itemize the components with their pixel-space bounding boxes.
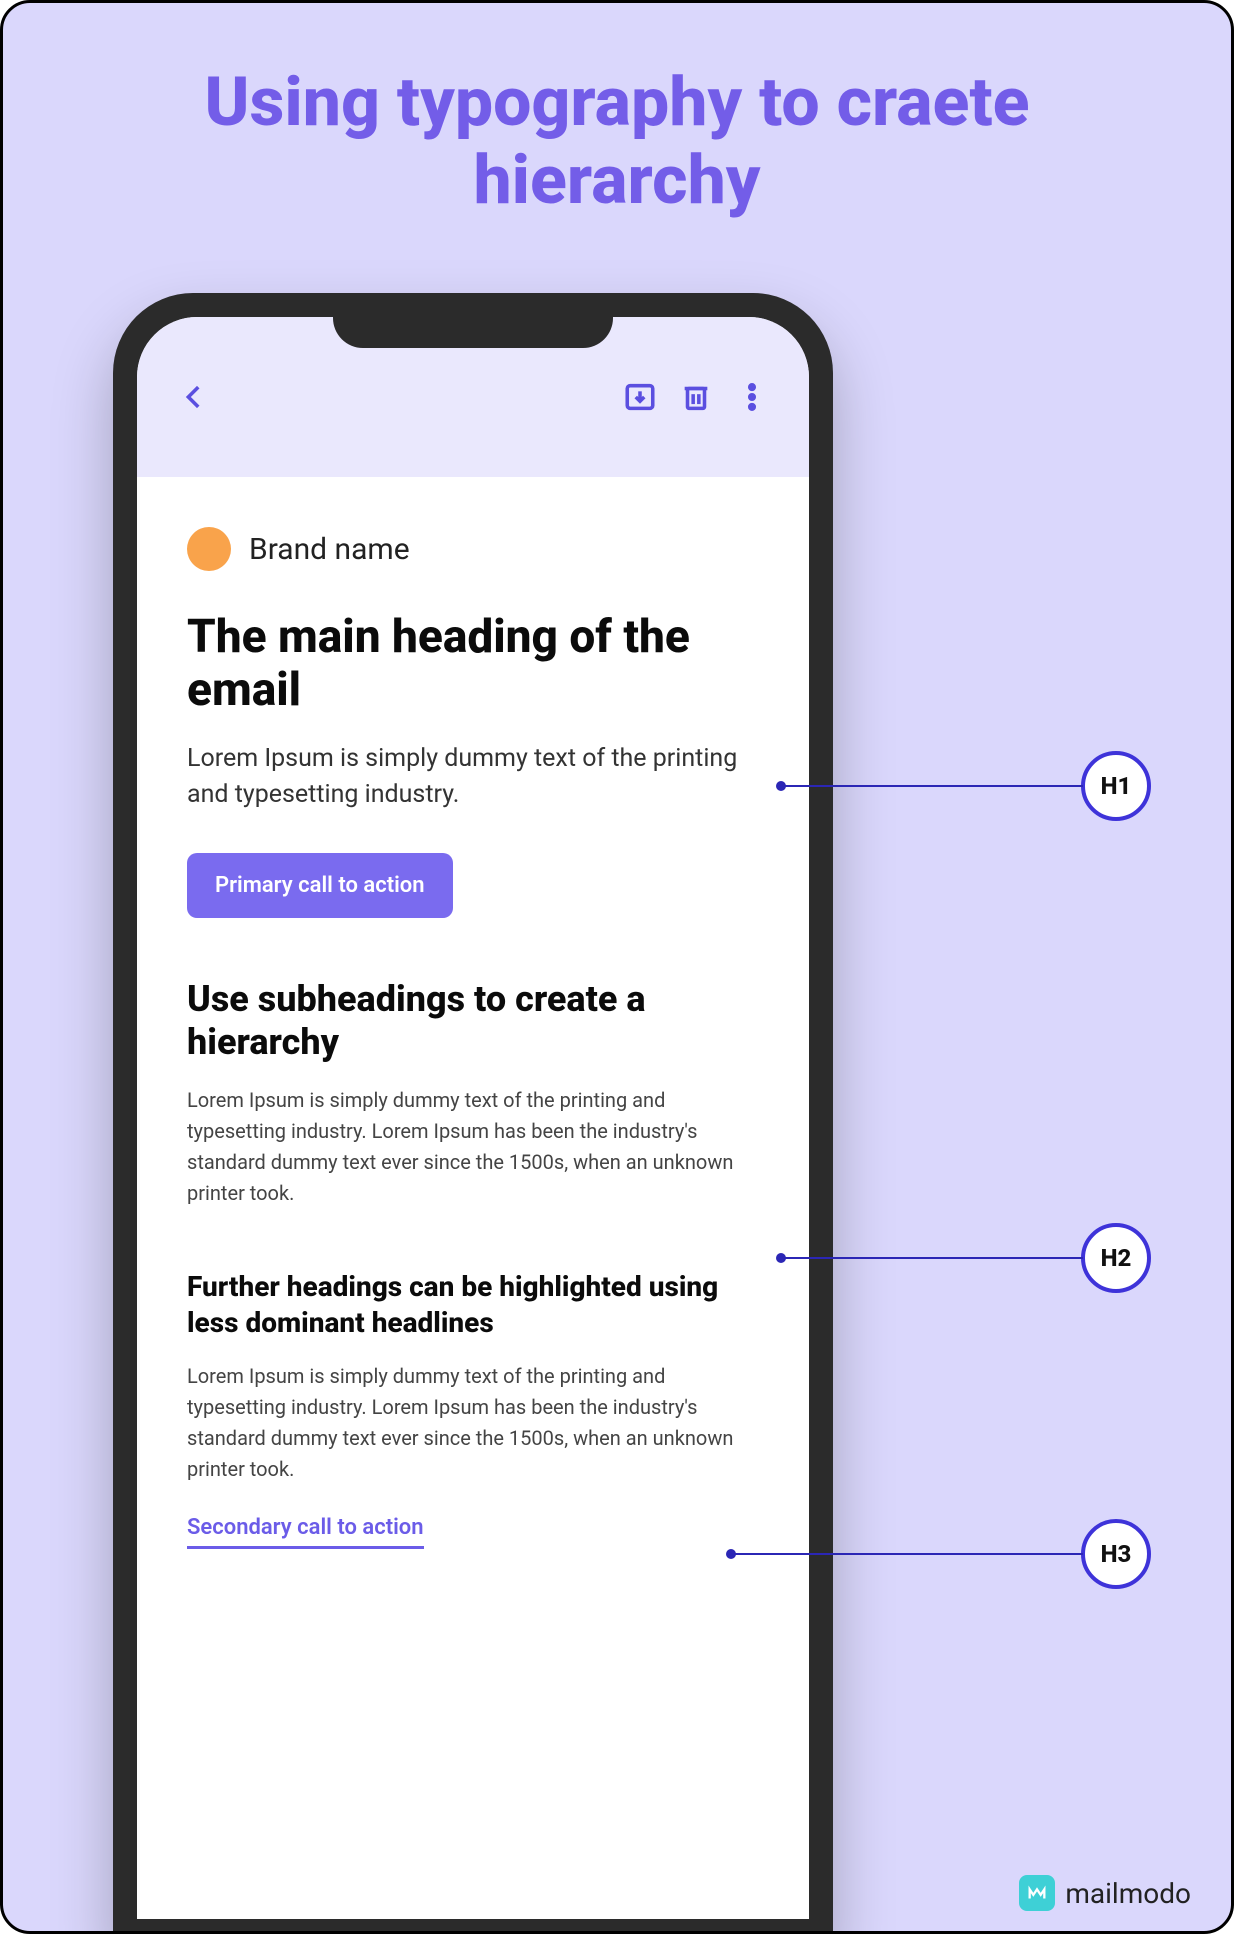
callout-h3: H3 [733, 1519, 1151, 1589]
callout-line [783, 785, 1083, 787]
email-p3: Lorem Ipsum is simply dummy text of the … [187, 1361, 759, 1485]
back-icon[interactable] [177, 380, 211, 414]
brand-row: Brand name [187, 527, 759, 571]
more-icon[interactable] [735, 380, 769, 414]
archive-icon[interactable] [623, 380, 657, 414]
mailmodo-logo-icon [1019, 1875, 1055, 1911]
phone-screen: Brand name The main heading of the email… [137, 317, 809, 1919]
footer-brand: mailmodo [1019, 1875, 1191, 1911]
callout-h2: H2 [783, 1223, 1151, 1293]
footer-brand-text: mailmodo [1065, 1877, 1191, 1910]
phone-notch [333, 293, 613, 348]
callout-line [783, 1257, 1083, 1259]
infographic-frame: Using typography to craete hierarchy [0, 0, 1234, 1934]
brand-name: Brand name [249, 532, 410, 567]
primary-cta-button[interactable]: Primary call to action [187, 853, 453, 918]
phone-body: Brand name The main heading of the email… [113, 293, 833, 1934]
secondary-cta-link[interactable]: Secondary call to action [187, 1515, 424, 1549]
email-h2: Use subheadings to create a hierarchy [187, 978, 759, 1064]
phone-mockup: Brand name The main heading of the email… [113, 293, 833, 1934]
email-h3: Further headings can be highlighted usin… [187, 1269, 759, 1342]
email-p1: Lorem Ipsum is simply dummy text of the … [187, 741, 759, 814]
callout-badge-h2: H2 [1081, 1223, 1151, 1293]
trash-icon[interactable] [679, 380, 713, 414]
brand-logo-icon [187, 527, 231, 571]
callout-h1: H1 [783, 751, 1151, 821]
email-h1: The main heading of the email [187, 611, 759, 717]
page-title: Using typography to craete hierarchy [3, 3, 1231, 219]
callout-badge-h3: H3 [1081, 1519, 1151, 1589]
email-p2: Lorem Ipsum is simply dummy text of the … [187, 1085, 759, 1209]
callout-line [733, 1553, 1083, 1555]
callout-badge-h1: H1 [1081, 751, 1151, 821]
email-body: Brand name The main heading of the email… [137, 477, 809, 1549]
